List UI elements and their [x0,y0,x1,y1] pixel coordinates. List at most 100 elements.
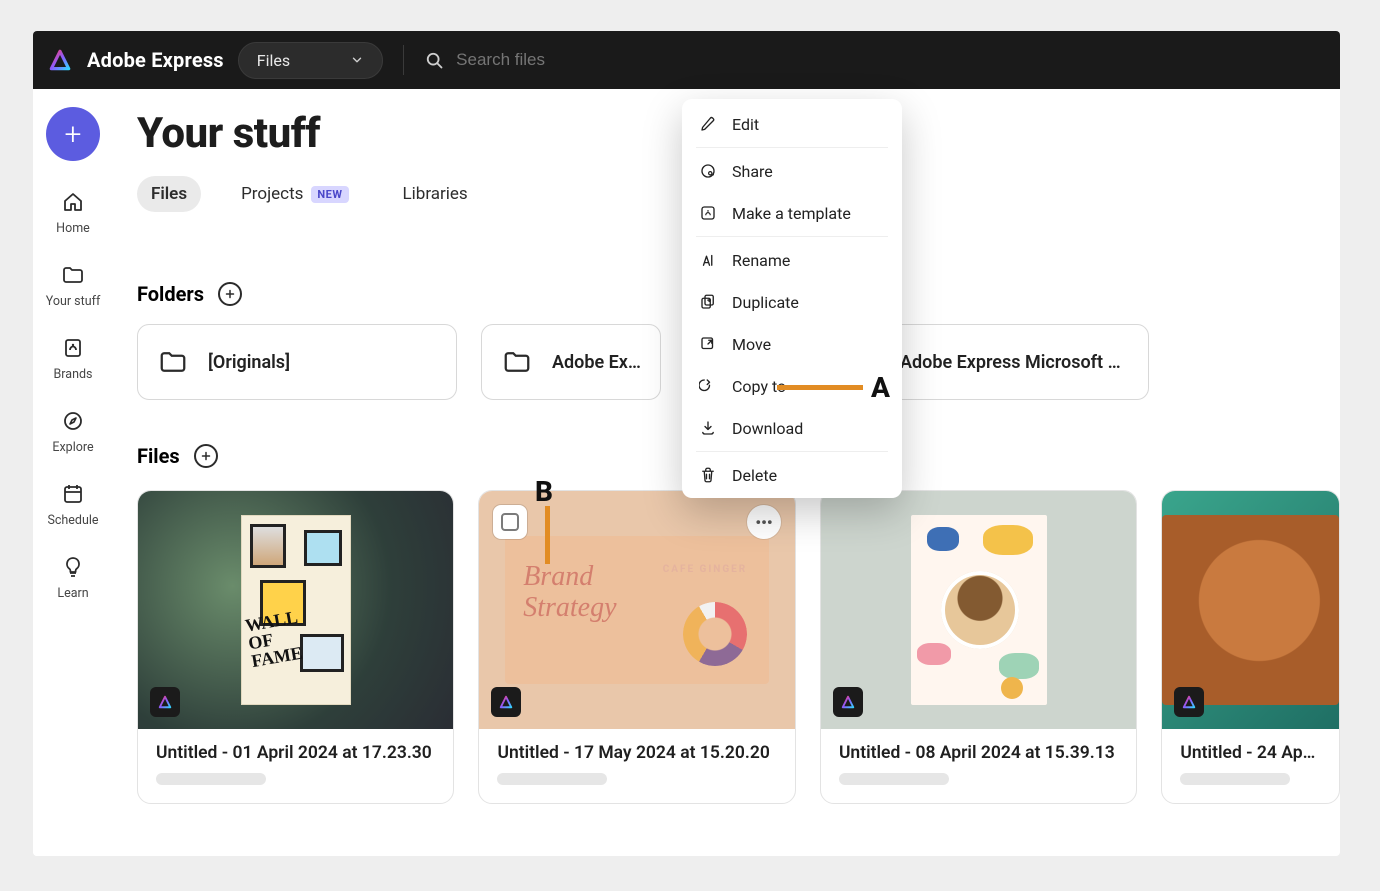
folder-icon [60,262,86,288]
sidebar-item-label: Home [56,221,90,236]
new-badge: NEW [311,186,348,203]
duplicate-icon [698,292,718,312]
scope-selector-label: Files [257,51,290,70]
sidebar-item-label: Brands [54,367,93,382]
sidebar-item-your-stuff[interactable]: Your stuff [37,254,109,317]
menu-item-label: Move [732,335,771,354]
menu-separator [696,147,888,148]
sidebar-item-label: Learn [57,586,88,601]
menu-item-share[interactable]: Share [682,150,902,192]
plus-icon [200,450,212,462]
folder-name: Adobe Expre [552,352,642,373]
file-card[interactable]: BrandStrategy CAFE GINGER ••• [478,490,795,804]
search [424,50,696,70]
plus-icon [224,288,236,300]
menu-item-download[interactable]: Download [682,407,902,449]
tab-projects[interactable]: Projects NEW [227,176,362,212]
top-bar: Adobe Express Files [33,31,1340,89]
compass-icon [60,408,86,434]
scope-selector[interactable]: Files [238,42,383,79]
folder-card[interactable]: [Originals] [137,324,457,400]
tab-label: Projects [241,184,303,204]
menu-item-label: Delete [732,466,777,485]
file-card[interactable]: Untitled - 08 April 2024 at 15.39.13 [820,490,1137,804]
sidebar-item-label: Your stuff [46,294,101,309]
adobe-express-badge-icon [491,687,521,717]
menu-separator [696,451,888,452]
add-file-button[interactable] [194,444,218,468]
files-row: WALLOFFAME Untitled - 01 April 2024 at 1… [137,490,1340,804]
more-options-button[interactable]: ••• [747,505,781,539]
sidebar: + Home Your stuff Brands [33,89,113,856]
context-menu: Edit Share Make a template Rename Duplic… [682,99,902,498]
annotation-line-a [777,385,863,390]
sidebar-item-explore[interactable]: Explore [37,400,109,463]
folder-icon [500,347,534,377]
share-icon [698,161,718,181]
file-title: Untitled - 24 April 2 [1180,743,1321,763]
tab-files[interactable]: Files [137,176,201,212]
menu-item-label: Share [732,162,773,181]
trash-icon [698,465,718,485]
file-thumbnail: BrandStrategy CAFE GINGER ••• [479,491,794,729]
sidebar-item-schedule[interactable]: Schedule [37,473,109,536]
sidebar-item-home[interactable]: Home [37,181,109,244]
section-title: Files [137,444,180,468]
adobe-express-logo-icon [47,47,73,73]
folder-name: [Originals] [208,352,290,373]
donut-chart-icon [683,602,747,666]
menu-item-label: Make a template [732,204,851,223]
menu-item-label: Edit [732,115,759,134]
tab-libraries[interactable]: Libraries [389,176,482,212]
file-card[interactable]: Untitled - 24 April 2 [1161,490,1340,804]
copy-to-icon [698,376,718,396]
home-icon [60,189,86,215]
menu-item-label: Download [732,419,803,438]
adobe-express-badge-icon [150,687,180,717]
menu-item-edit[interactable]: Edit [682,103,902,145]
sidebar-item-brands[interactable]: Brands [37,327,109,390]
file-thumbnail [1162,491,1339,729]
select-checkbox[interactable] [493,505,527,539]
annotation-label-b: B [535,475,553,508]
file-subtitle-skeleton [839,773,949,785]
menu-item-rename[interactable]: Rename [682,239,902,281]
search-icon [424,50,444,70]
file-subtitle-skeleton [497,773,607,785]
menu-item-label: Rename [732,251,790,270]
file-subtitle-skeleton [1180,773,1290,785]
file-card[interactable]: WALLOFFAME Untitled - 01 April 2024 at 1… [137,490,454,804]
folder-card[interactable]: Adobe Expre [481,324,661,400]
thumbnail-text: BrandStrategy [523,562,616,624]
menu-item-duplicate[interactable]: Duplicate [682,281,902,323]
file-thumbnail: WALLOFFAME [138,491,453,729]
move-icon [698,334,718,354]
app-frame: Adobe Express Files + Home [33,31,1340,856]
file-title: Untitled - 01 April 2024 at 17.23.30 [156,743,435,763]
menu-item-make-template[interactable]: Make a template [682,192,902,234]
add-folder-button[interactable] [218,282,242,306]
file-thumbnail [821,491,1136,729]
menu-item-delete[interactable]: Delete [682,454,902,496]
adobe-express-badge-icon [833,687,863,717]
thumbnail-text: CAFE GINGER [663,564,748,575]
menu-item-move[interactable]: Move [682,323,902,365]
thumbnail-text: WALLOFFAME [243,608,305,670]
download-icon [698,418,718,438]
sidebar-item-label: Schedule [47,513,98,528]
annotation-label-a: A [871,371,890,404]
file-title: Untitled - 08 April 2024 at 15.39.13 [839,743,1118,763]
menu-item-label: Duplicate [732,293,799,312]
lightbulb-icon [60,554,86,580]
rename-icon [698,250,718,270]
file-subtitle-skeleton [156,773,266,785]
search-input[interactable] [456,50,696,70]
tab-label: Libraries [403,184,468,204]
menu-separator [696,236,888,237]
tab-label: Files [151,184,187,204]
divider [403,45,404,75]
sidebar-item-learn[interactable]: Learn [37,546,109,609]
chevron-down-icon [350,53,364,67]
file-title: Untitled - 17 May 2024 at 15.20.20 [497,743,776,763]
new-button[interactable]: + [46,107,100,161]
